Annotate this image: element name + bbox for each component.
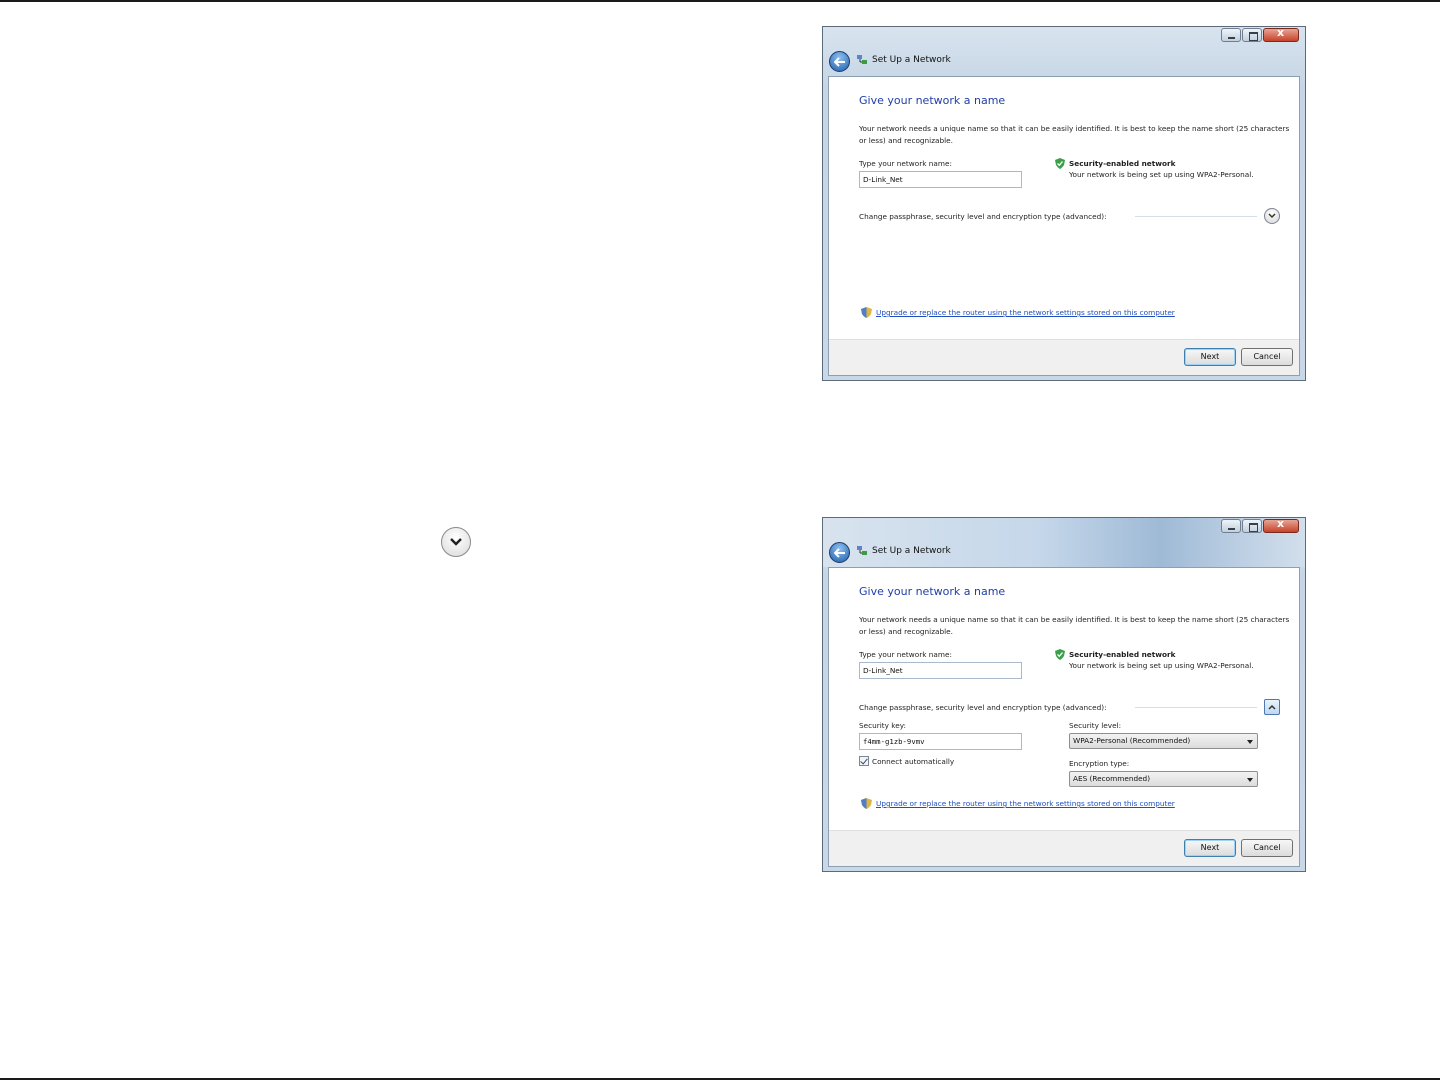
encryption-type-label: Encryption type: [1069,759,1130,768]
page-heading: Give your network a name [859,585,1006,598]
client-area: Give your network a name Your network ne… [828,567,1300,867]
advanced-divider [1135,216,1257,217]
security-level-select[interactable]: WPA2-Personal (Recommended) [1069,733,1258,749]
uac-shield-icon [861,307,872,318]
maximize-button[interactable] [1242,519,1262,533]
security-level-label: Security level: [1069,721,1122,730]
encryption-type-value: AES (Recommended) [1073,774,1151,783]
connect-automatically-checkbox[interactable] [859,756,869,766]
network-name-input[interactable]: D-Link_Net [859,662,1022,679]
advanced-divider [1135,707,1257,708]
client-area: Give your network a name Your network ne… [828,76,1300,376]
description-text: Your network needs a unique name so that… [859,124,1290,145]
collapse-advanced-chevron-up-icon[interactable] [1264,699,1280,715]
close-button[interactable] [1263,517,1299,533]
advanced-options-label: Change passphrase, security level and en… [859,212,1107,221]
uac-shield-icon [861,798,872,809]
description-text: Your network needs a unique name so that… [859,615,1290,636]
cancel-button[interactable]: Cancel [1241,348,1293,366]
network-name-input[interactable]: D-Link_Net [859,171,1022,188]
network-name-label: Type your network name: [859,159,952,168]
dropdown-arrow-icon [1247,740,1253,744]
next-button[interactable]: Next [1184,839,1236,857]
title-bar: Set Up a Network [823,26,1305,76]
page-heading: Give your network a name [859,94,1006,107]
bottom-rule [0,1078,1440,1080]
close-button[interactable] [1263,26,1299,42]
minimize-button[interactable] [1221,28,1241,42]
security-enabled-desc: Your network is being set up using WPA2-… [1069,170,1254,179]
security-enabled-title: Security-enabled network [1069,650,1176,659]
caption-buttons [1221,517,1299,533]
caption-buttons [1221,26,1299,42]
upgrade-router-link[interactable]: Upgrade or replace the router using the … [876,308,1175,317]
setup-network-window-expanded: Set Up a Network Give your network a nam… [822,517,1306,872]
chevron-down-icon [441,527,471,557]
minimize-button[interactable] [1221,519,1241,533]
advanced-options-label: Change passphrase, security level and en… [859,703,1107,712]
security-level-value: WPA2-Personal (Recommended) [1073,736,1191,745]
title-bar: Set Up a Network [823,517,1305,567]
network-icon [857,546,867,555]
back-arrow-icon[interactable] [829,542,850,563]
back-arrow-icon[interactable] [829,51,850,72]
network-icon [857,55,867,64]
setup-network-window-collapsed: Set Up a Network Give your network a nam… [822,26,1306,381]
next-button[interactable]: Next [1184,348,1236,366]
shield-check-icon [1055,649,1065,660]
encryption-type-select[interactable]: AES (Recommended) [1069,771,1258,787]
shield-check-icon [1055,158,1065,169]
security-key-input[interactable]: f4mm-g1zb-9vmv [859,733,1022,750]
dropdown-arrow-icon [1247,778,1253,782]
upgrade-router-link[interactable]: Upgrade or replace the router using the … [876,799,1175,808]
maximize-button[interactable] [1242,28,1262,42]
top-rule [0,0,1440,2]
window-title: Set Up a Network [872,546,951,556]
dialog-footer: Next Cancel [829,339,1299,375]
window-title: Set Up a Network [872,55,951,65]
security-enabled-title: Security-enabled network [1069,159,1176,168]
network-name-label: Type your network name: [859,650,952,659]
security-key-label: Security key: [859,721,906,730]
cancel-button[interactable]: Cancel [1241,839,1293,857]
expand-advanced-chevron-down-icon[interactable] [1264,208,1280,224]
connect-automatically-label: Connect automatically [872,757,955,766]
security-enabled-desc: Your network is being set up using WPA2-… [1069,661,1254,670]
dialog-footer: Next Cancel [829,830,1299,866]
